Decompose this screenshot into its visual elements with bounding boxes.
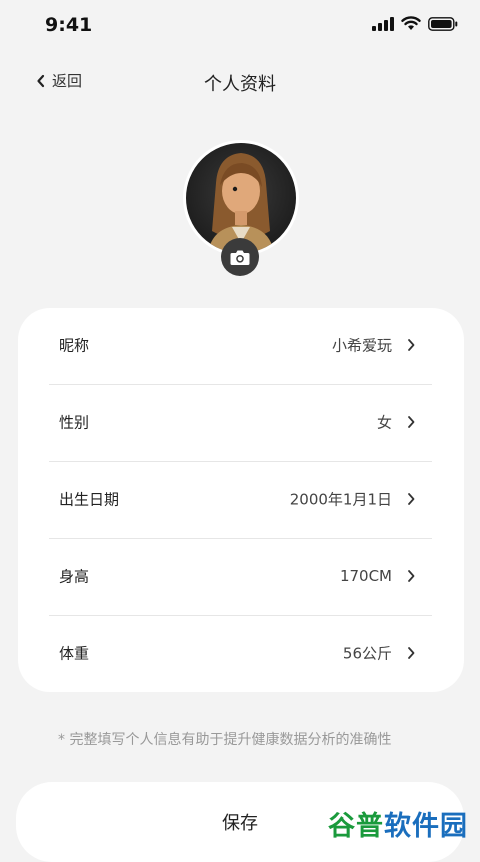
signal-icon <box>372 16 394 31</box>
camera-icon <box>230 250 250 265</box>
wifi-icon <box>401 16 421 30</box>
chevron-right-icon <box>408 339 415 351</box>
hint-text: * 完整填写个人信息有助于提升健康数据分析的准确性 <box>58 732 392 748</box>
row-value: 女 <box>376 413 392 432</box>
avatar-section <box>183 140 299 276</box>
chevron-right-icon <box>408 493 415 505</box>
row-value: 56公斤 <box>342 644 392 663</box>
change-avatar-button[interactable] <box>221 238 259 276</box>
battery-icon <box>428 16 458 31</box>
profile-row-nickname[interactable]: 昵称 小希爱玩 <box>49 308 432 385</box>
watermark-text: 软件园 <box>384 811 468 842</box>
profile-card: 昵称 小希爱玩 性别 女 出生日期 2000年1月1日 身高 170CM 体重 … <box>18 308 464 692</box>
chevron-right-icon <box>408 647 415 659</box>
row-label: 性别 <box>59 413 90 432</box>
page-title: 个人资料 <box>204 74 276 95</box>
watermark-logo: 谷普软件园 <box>326 801 470 843</box>
profile-row-gender[interactable]: 性别 女 <box>49 385 432 462</box>
chevron-right-icon <box>408 416 415 428</box>
row-label: 昵称 <box>59 336 90 355</box>
watermark-text: 谷普 <box>328 811 384 842</box>
row-value: 170CM <box>339 567 392 585</box>
profile-row-height[interactable]: 身高 170CM <box>49 539 432 616</box>
status-icons <box>372 16 458 31</box>
profile-row-birthdate[interactable]: 出生日期 2000年1月1日 <box>49 462 432 539</box>
profile-row-weight[interactable]: 体重 56公斤 <box>49 616 432 692</box>
row-label: 出生日期 <box>59 490 120 509</box>
status-bar: 9:41 <box>0 0 480 52</box>
chevron-right-icon <box>408 570 415 582</box>
row-label: 身高 <box>59 567 90 586</box>
row-value: 小希爱玩 <box>331 336 392 355</box>
avatar-image <box>208 153 274 253</box>
status-time: 9:41 <box>45 14 93 36</box>
nav-bar: 返回 个人资料 <box>0 60 480 104</box>
row-label: 体重 <box>59 644 90 663</box>
row-value: 2000年1月1日 <box>289 490 392 509</box>
